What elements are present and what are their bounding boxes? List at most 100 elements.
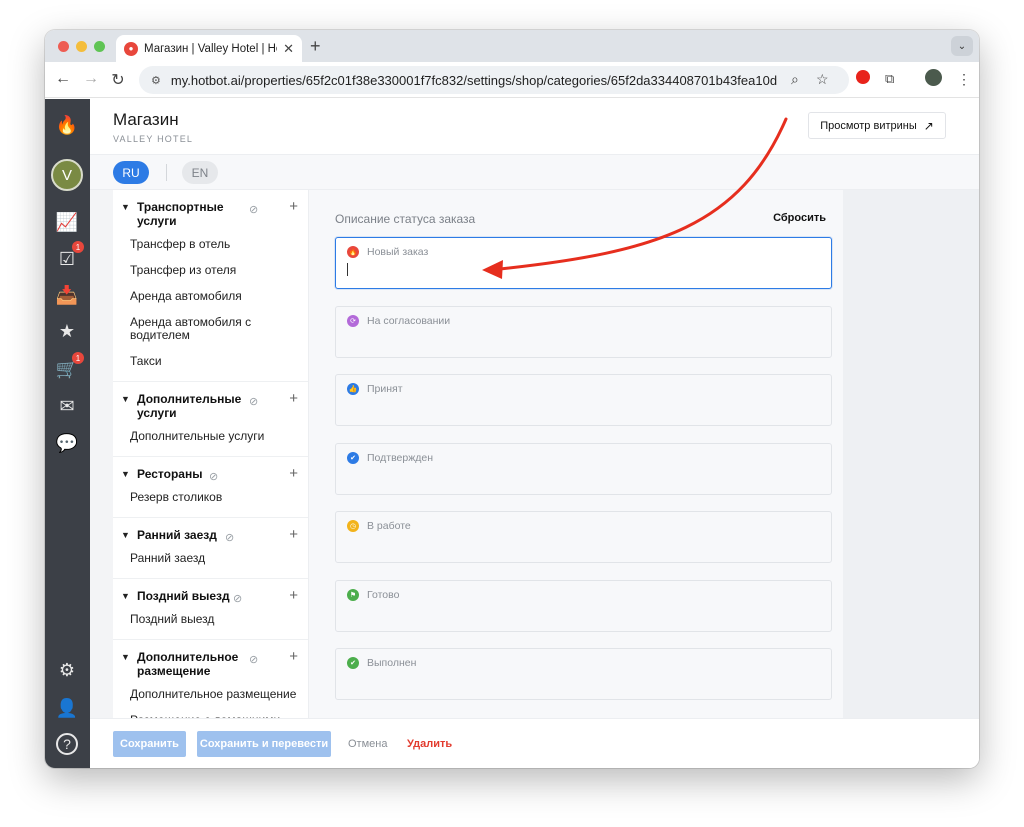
category-header[interactable]: ▼ Дополнительные услуги ⊘ + [113,382,308,424]
subcategory-item[interactable]: Трансфер в отель [113,232,308,258]
category-title[interactable]: Транспортные услуги [137,200,247,228]
section-label: Описание статуса заказа [335,212,476,226]
status-description-field[interactable]: ⚑ Готово [335,579,832,632]
category-header[interactable]: ▼ Ранний заезд ⊘ + [113,518,308,546]
language-switcher: RU EN [90,155,979,190]
subcategory-item[interactable]: Аренда автомобиля [113,284,308,310]
site-info-icon[interactable]: ⚙ [151,74,161,87]
opera-extension-icon[interactable] [856,70,870,84]
cancel-button[interactable]: Отмена [348,738,387,750]
status-description-field[interactable]: 🔥 Новый заказ [335,237,832,289]
property-avatar[interactable]: V [51,159,83,191]
subcategory-item[interactable]: Ранний заезд [113,546,308,572]
orders-badge: 1 [72,352,84,364]
hotbot-favicon-icon: ● [124,41,138,56]
status-description-field[interactable]: ✔ Подтвержден [335,442,832,495]
category-title[interactable]: Дополнительные услуги [137,392,247,420]
status-description-field[interactable]: ⟳ На согласовании [335,305,832,358]
status-name: Выполнен [367,657,417,669]
form-footer: Сохранить Сохранить и перевести Отмена У… [90,718,979,768]
category-title[interactable]: Поздний выезд [137,589,247,603]
back-icon[interactable]: ← [53,70,73,88]
subcategory-item[interactable]: Резерв столиков [113,485,308,511]
view-storefront-button[interactable]: Просмотр витрины ↗ [808,112,946,139]
analytics-icon[interactable]: 📈 [55,210,79,234]
zoom-icon[interactable]: ⌕ [791,71,799,88]
hotbot-logo-icon[interactable]: 🔥 [55,113,79,137]
bookmark-star-icon[interactable]: ☆ [816,71,829,88]
hide-from-storefront-icon[interactable]: ⊘ [225,531,234,544]
collapse-caret-icon[interactable]: ▼ [121,202,137,212]
category-title[interactable]: Рестораны [137,467,247,481]
hide-from-storefront-icon[interactable]: ⊘ [249,203,258,216]
status-icon: 🔥 [347,246,359,258]
add-subcategory-button[interactable]: + [289,198,298,215]
browser-tab[interactable]: ● Магазин | Valley Hotel | Hotbot ✕ [116,35,302,62]
subcategory-item[interactable]: Дополнительное размещение [113,682,308,708]
delete-button[interactable]: Удалить [407,738,452,750]
browser-toolbar: ← → ↻ ⚙ my.hotbot.ai/properties/65f2c01f… [45,62,979,98]
reviews-icon[interactable]: ★ [55,319,79,343]
collapse-caret-icon[interactable]: ▼ [121,394,137,404]
maximize-window-button[interactable] [94,41,105,52]
status-description-field[interactable]: ✔ Выполнен [335,648,832,700]
category-group: ▼ Рестораны ⊘ + Резерв столиков [113,457,308,518]
inbox-icon[interactable]: 📥 [55,283,79,307]
profile-avatar-icon[interactable] [925,69,942,86]
help-icon[interactable]: ? [56,733,78,755]
status-name: На согласовании [367,314,451,327]
hide-from-storefront-icon[interactable]: ⊘ [233,592,242,605]
chat-icon[interactable]: 💬 [55,431,79,455]
category-group: ▼ Дополнительные услуги ⊘ + Дополнительные у… [113,382,308,457]
subcategory-item[interactable]: Поздний выезд [113,607,308,633]
subcategory-item[interactable]: Трансфер из отеля [113,258,308,284]
category-title[interactable]: Дополнительное размещение [137,650,247,678]
address-bar[interactable]: ⚙ my.hotbot.ai/properties/65f2c01f38e330… [139,66,849,94]
add-subcategory-button[interactable]: + [289,587,298,604]
subcategory-item[interactable]: Размещение с домашними [113,708,308,719]
extensions-puzzle-icon[interactable]: ⧉ [885,71,894,87]
new-tab-button[interactable]: + [310,36,321,57]
language-tab-ru[interactable]: RU [113,161,149,184]
tab-search-button[interactable]: ⌄ [951,36,973,56]
language-tab-en[interactable]: EN [182,161,218,184]
add-subcategory-button[interactable]: + [289,648,298,665]
collapse-caret-icon[interactable]: ▼ [121,530,137,540]
add-subcategory-button[interactable]: + [289,390,298,407]
hide-from-storefront-icon[interactable]: ⊘ [209,470,218,483]
tab-close-icon[interactable]: ✕ [283,41,294,57]
subcategory-item[interactable]: Такси [113,349,308,375]
close-window-button[interactable] [58,41,69,52]
browser-menu-icon[interactable]: ⋮ [957,71,971,88]
add-subcategory-button[interactable]: + [289,465,298,482]
subcategory-item[interactable]: Аренда автомобиля с водителем [113,310,308,349]
subcategory-item[interactable]: Дополнительные услуги [113,424,308,450]
category-header[interactable]: ▼ Рестораны ⊘ + [113,457,308,485]
profile-icon[interactable]: 👤 [55,696,79,720]
status-description-field[interactable]: 👍 Принят [335,374,832,426]
minimize-window-button[interactable] [76,41,87,52]
tab-strip: ● Магазин | Valley Hotel | Hotbot ✕ + ⌄ [45,30,979,62]
category-header[interactable]: ▼ Транспортные услуги ⊘ + [113,190,308,232]
mailing-icon[interactable]: ✉ [55,394,79,418]
hide-from-storefront-icon[interactable]: ⊘ [249,395,258,408]
status-description-field[interactable]: ◷ В работе [335,511,832,563]
collapse-caret-icon[interactable]: ▼ [121,591,137,601]
save-button[interactable]: Сохранить [113,731,186,757]
reset-button[interactable]: Сбросить [773,212,826,224]
reload-icon[interactable]: ↻ [108,70,128,90]
settings-icon[interactable]: ⚙ [55,658,79,682]
status-icon: ✔ [347,657,359,669]
status-icon: 👍 [347,383,359,395]
category-header[interactable]: ▼ Поздний выезд ⊘ + [113,579,308,607]
collapse-caret-icon[interactable]: ▼ [121,469,137,479]
property-name: VALLEY HOTEL [113,134,194,144]
add-subcategory-button[interactable]: + [289,526,298,543]
category-header[interactable]: ▼ Дополнительное размещение ⊘ + [113,640,308,682]
save-and-translate-button[interactable]: Сохранить и перевести [197,731,331,757]
hide-from-storefront-icon[interactable]: ⊘ [249,653,258,666]
forward-icon[interactable]: → [81,70,101,88]
collapse-caret-icon[interactable]: ▼ [121,652,137,662]
browser-window: ● Магазин | Valley Hotel | Hotbot ✕ + ⌄ … [45,30,979,768]
external-link-icon: ↗ [923,118,934,133]
